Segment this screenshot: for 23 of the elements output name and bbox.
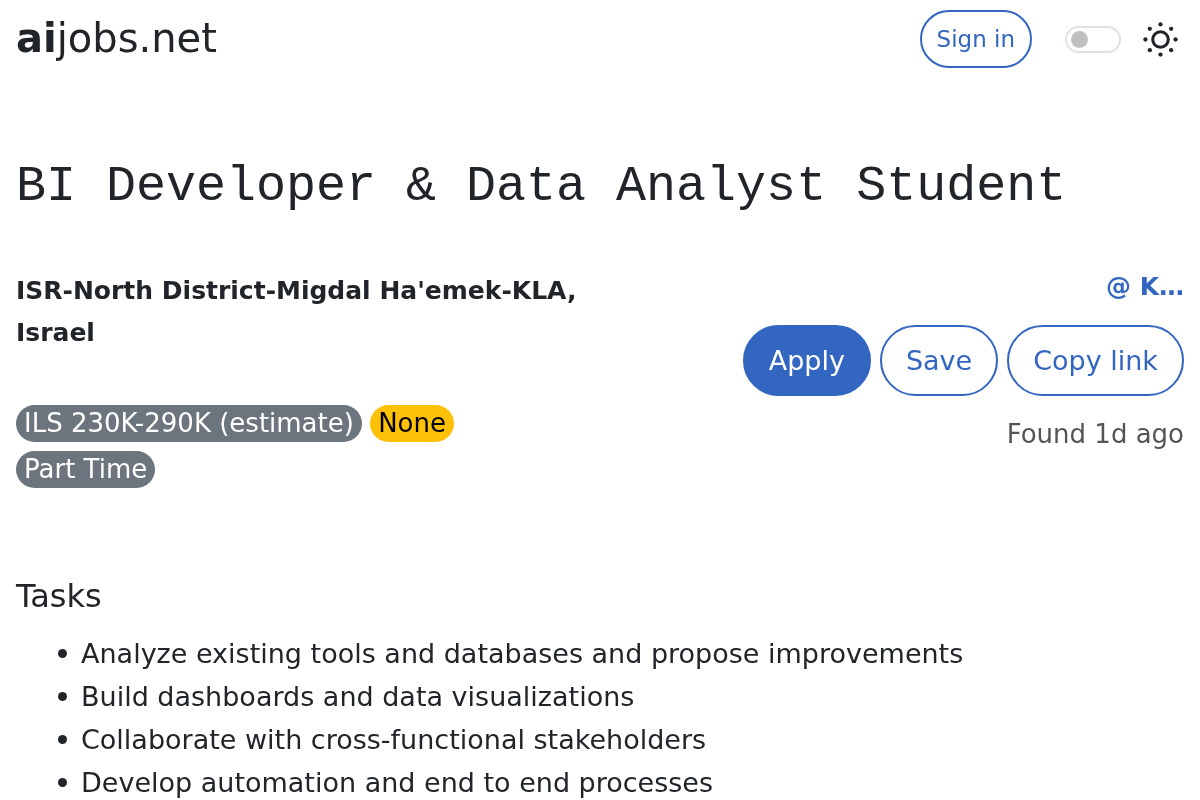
job-location: ISR-North District-Migdal Ha'emek-KLA, Israel bbox=[16, 275, 578, 349]
tag-badge: ILS 230K-290K (estimate) bbox=[16, 405, 362, 442]
section-heading: Tasks bbox=[16, 576, 103, 617]
action-button[interactable]: Copy link bbox=[1007, 325, 1184, 396]
sign-in-button[interactable]: Sign in bbox=[919, 10, 1032, 68]
sun-icon[interactable] bbox=[1143, 21, 1178, 57]
site-logo[interactable]: aijobs.net bbox=[16, 15, 217, 61]
company-link[interactable]: @ K… bbox=[1105, 266, 1184, 308]
action-button[interactable]: Save bbox=[879, 325, 999, 396]
job-title: BI Developer & Data Analyst Student bbox=[16, 157, 1068, 217]
found-time: Found 1d ago bbox=[1006, 418, 1184, 451]
bullet-icon bbox=[58, 778, 67, 787]
task-item: Build dashboards and data visualizations bbox=[81, 681, 635, 712]
task-item: Analyze existing tools and databases and propose improvements bbox=[81, 638, 964, 669]
bullet-icon bbox=[58, 649, 67, 658]
action-button[interactable]: Apply bbox=[742, 325, 871, 396]
tag-badge: Part Time bbox=[16, 451, 156, 488]
tag-badge: None bbox=[370, 405, 454, 442]
theme-toggle[interactable] bbox=[1065, 25, 1121, 53]
bullet-icon bbox=[58, 735, 67, 744]
task-item: Collaborate with cross-functional stakeholders bbox=[81, 724, 707, 755]
bullet-icon bbox=[58, 692, 67, 701]
task-item: Develop automation and end to end processes bbox=[81, 767, 714, 798]
